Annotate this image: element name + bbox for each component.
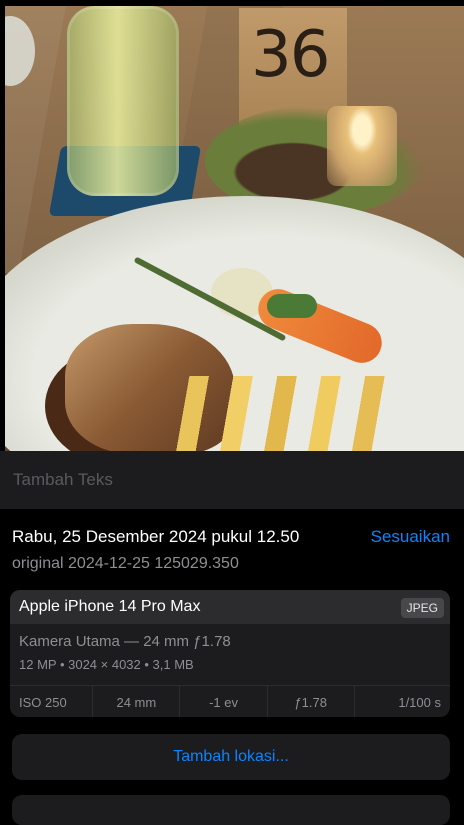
- photo-greens: [267, 294, 317, 318]
- photo-preview[interactable]: 36: [5, 6, 464, 451]
- exif-aperture: ƒ1.78: [268, 686, 355, 717]
- add-location-button[interactable]: Tambah lokasi...: [12, 734, 450, 780]
- adjust-button[interactable]: Sesuaikan: [371, 527, 450, 547]
- add-caption-field[interactable]: Tambah Teks: [13, 470, 113, 490]
- photo-bottle: [67, 6, 179, 196]
- camera-info-card: Apple iPhone 14 Pro Max JPEG Kamera Utam…: [10, 590, 450, 717]
- photo-filename: original 2024-12-25 125029.350: [12, 555, 239, 572]
- next-card-partial: [12, 795, 450, 825]
- exif-shutter-speed: 1/100 s: [398, 694, 441, 710]
- camera-specs: 12 MP • 3024 × 4032 • 3,1 MB: [19, 657, 194, 672]
- camera-device: Apple iPhone 14 Pro Max: [19, 598, 201, 615]
- camera-card-header: Apple iPhone 14 Pro Max JPEG: [10, 590, 450, 624]
- photo-candle: [327, 106, 397, 186]
- photo-fries: [165, 376, 395, 451]
- photo-date: Rabu, 25 Desember 2024 pukul 12.50: [12, 527, 300, 546]
- exif-exposure-value: -1 ev: [180, 686, 268, 717]
- exif-row: ISO 250 24 mm -1 ev ƒ1.78 1/100 s: [10, 685, 450, 717]
- table-number: 36: [251, 18, 330, 92]
- camera-lens: Kamera Utama — 24 mm ƒ1.78: [19, 633, 231, 650]
- exif-iso: ISO 250: [10, 686, 94, 717]
- format-badge: JPEG: [400, 598, 444, 618]
- exif-focal-length: 24 mm: [93, 686, 181, 717]
